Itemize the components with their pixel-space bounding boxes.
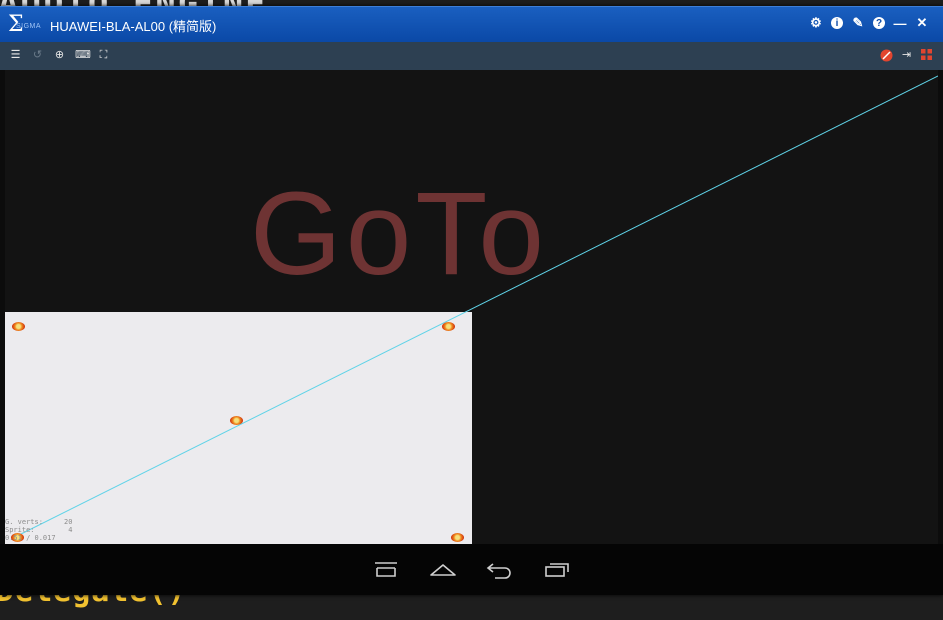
menu-icon[interactable] <box>371 558 401 580</box>
mute-icon[interactable] <box>880 49 893 62</box>
touch-point <box>442 322 455 331</box>
gear-icon[interactable]: ⚙ <box>809 15 823 30</box>
device-mirror-window: Σ SIGMA HUAWEI-BLA-AL00 (精简版) ⚙ i ✎ ? — … <box>0 6 943 595</box>
undo-icon[interactable]: ↺ <box>31 49 44 62</box>
trace-line <box>14 75 938 538</box>
title-bar[interactable]: Σ SIGMA HUAWEI-BLA-AL00 (精简版) ⚙ i ✎ ? — … <box>0 6 943 43</box>
title-bar-controls: ⚙ i ✎ ? — ✕ <box>809 15 929 31</box>
zoom-icon[interactable]: ⊕ <box>53 49 66 62</box>
touch-point <box>12 322 25 331</box>
keyboard-icon[interactable]: ⌨ <box>75 49 91 62</box>
device-screen[interactable]: GoTo G. verts: 20 Sprite: 4 0.51 / 0.017 <box>5 70 938 544</box>
toolbar: ☰ ↺ ⊕ ⌨ ⛶ ⇥ <box>0 42 943 70</box>
android-nav-bar <box>0 544 943 595</box>
info-icon[interactable]: i <box>831 17 843 29</box>
list-icon[interactable]: ☰ <box>9 49 22 62</box>
back-icon[interactable] <box>485 558 515 580</box>
home-icon[interactable] <box>428 558 458 580</box>
grid-icon[interactable] <box>920 49 933 62</box>
minimize-icon[interactable]: — <box>893 16 907 31</box>
close-icon[interactable]: ✕ <box>915 15 929 30</box>
fullscreen-icon[interactable]: ⛶ <box>97 49 110 62</box>
stats-line: Sprite: 4 <box>5 526 73 534</box>
exit-icon[interactable]: ⇥ <box>900 49 913 62</box>
window-title: HUAWEI-BLA-AL00 (精简版) <box>50 19 217 34</box>
stats-line: G. verts: 20 <box>5 518 73 526</box>
debug-stats: G. verts: 20 Sprite: 4 0.51 / 0.017 <box>5 518 72 542</box>
recent-apps-icon[interactable] <box>542 558 572 580</box>
stats-line: 0.51 / 0.017 <box>5 534 56 542</box>
pin-icon[interactable]: ✎ <box>851 15 865 30</box>
help-icon[interactable]: ? <box>873 17 885 29</box>
touch-point <box>451 533 464 542</box>
touch-point <box>230 416 243 425</box>
logo-text: SIGMA <box>16 23 42 30</box>
